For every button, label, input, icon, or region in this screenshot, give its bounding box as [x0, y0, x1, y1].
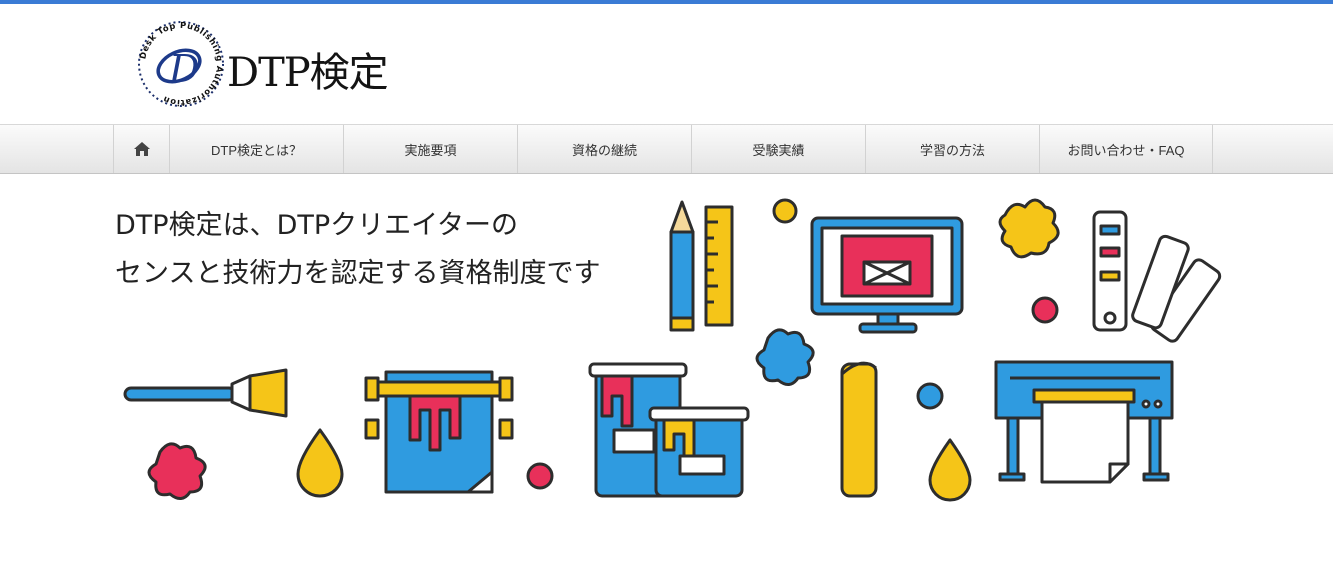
logo-emblem: Desk Top Publishing Authorization D — [137, 20, 224, 108]
nav-contact-faq[interactable]: お問い合わせ・FAQ — [1039, 125, 1213, 173]
yellow-splash-icon — [998, 198, 1060, 259]
blue-dot-icon — [916, 382, 944, 410]
nav-renewal[interactable]: 資格の継続 — [517, 125, 691, 173]
logo-text: DTP検定 — [227, 50, 389, 96]
red-dot-small-icon — [526, 462, 554, 490]
home-icon — [133, 142, 150, 156]
paper-roll-icon — [364, 370, 514, 494]
nav-about-dtp[interactable]: DTP検定とは？ — [169, 125, 343, 173]
paper-scroll-icon — [840, 361, 878, 498]
red-splash-icon — [147, 442, 207, 500]
site-logo[interactable]: Desk Top Publishing Authorization D DTP検… — [135, 18, 435, 110]
nav-study-method[interactable]: 学習の方法 — [865, 125, 1039, 173]
color-swatch-icon — [1092, 210, 1222, 343]
blue-splash-icon — [755, 328, 815, 386]
printer-icon — [994, 360, 1174, 484]
paint-bucket-icon — [588, 362, 750, 498]
red-dot-icon — [1031, 296, 1059, 324]
pencil-icon — [669, 200, 695, 332]
nav-results[interactable]: 受験実績 — [691, 125, 865, 173]
paintbrush-icon — [123, 368, 288, 418]
monitor-icon — [810, 216, 964, 334]
ruler-icon — [704, 205, 734, 327]
logo-letter: D — [168, 47, 199, 91]
global-nav: DTP検定とは？ 実施要項 資格の継続 受験実績 学習の方法 お問い合わせ・FA… — [0, 124, 1333, 174]
hero-illustration — [0, 176, 1333, 506]
nav-home[interactable] — [113, 125, 169, 173]
nav-guidelines[interactable]: 実施要項 — [343, 125, 517, 173]
ink-drop-2-icon — [928, 438, 972, 502]
top-accent-bar — [0, 0, 1333, 4]
ink-drop-icon — [296, 428, 344, 498]
yellow-dot-icon — [772, 198, 798, 224]
